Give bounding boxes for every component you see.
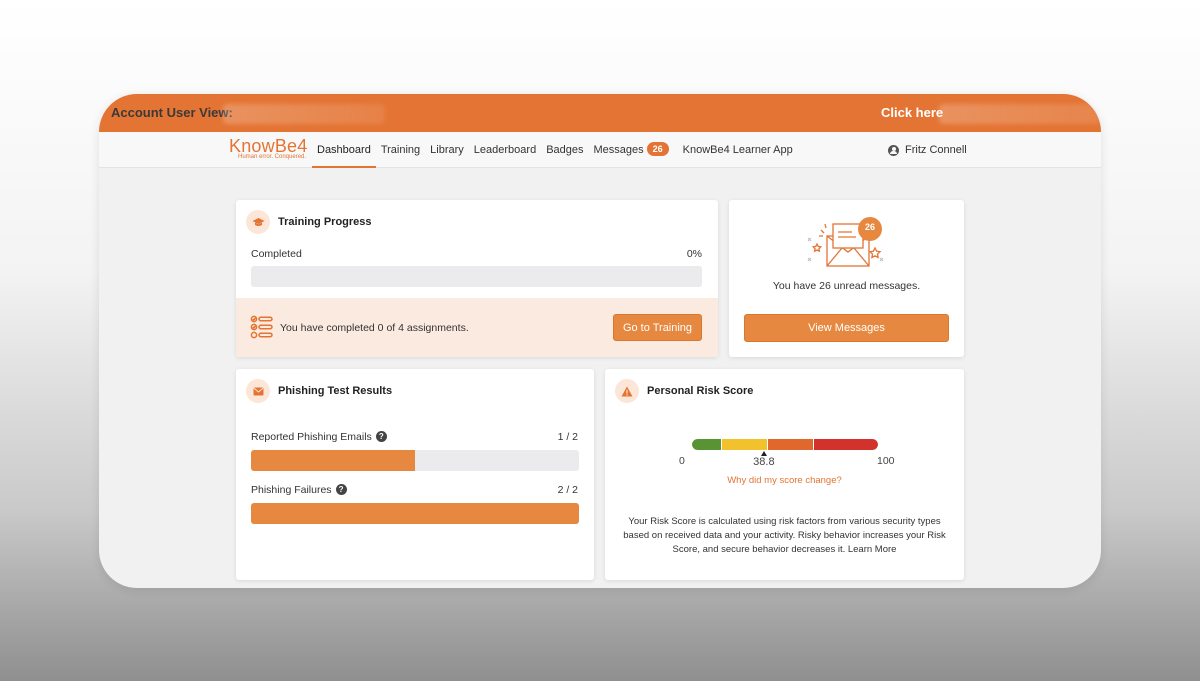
phishing-failures-row-label: Phishing Failures? [251, 483, 347, 496]
knowbe4-logo[interactable]: KnowBe4 Human error. Conquered. [229, 137, 307, 160]
reported-help-icon[interactable]: ? [375, 430, 387, 442]
phishing-failures-bar [251, 503, 579, 524]
checklist-icon [250, 315, 274, 344]
reported-phishing-fill [251, 450, 415, 471]
failures-help-icon[interactable]: ? [335, 483, 347, 495]
risk-score-card: Personal Risk Score 0 38.8 100 Why did m… [605, 369, 964, 580]
risk-score-description: Your Risk Score is calculated using risk… [623, 516, 946, 555]
reported-phishing-row-label: Reported Phishing Emails? [251, 430, 387, 443]
completed-label: Completed [251, 248, 302, 260]
reported-phishing-bar [251, 450, 579, 471]
gauge-segment-very-high [814, 439, 878, 450]
gauge-max-label: 100 [877, 455, 895, 467]
assignments-section: You have completed 0 of 4 assignments. G… [236, 298, 718, 357]
unread-messages-text: You have 26 unread messages. [772, 280, 921, 292]
nav-item-dashboard[interactable]: Dashboard [312, 132, 376, 168]
warning-icon [615, 379, 639, 403]
gauge-segment-high [768, 439, 813, 450]
risk-score-title: Personal Risk Score [647, 385, 754, 397]
nav-item-leaderboard[interactable]: Leaderboard [474, 132, 536, 168]
phishing-failures-label: Phishing Failures [251, 484, 332, 496]
phishing-failures-fill [251, 503, 579, 524]
envelope-small-icon [246, 379, 270, 403]
account-user-view-label: Account User View: [111, 105, 233, 120]
nav-item-training[interactable]: Training [381, 132, 420, 168]
reported-phishing-value: 1 / 2 [557, 431, 578, 443]
redacted-link-text [939, 104, 1101, 124]
phishing-results-title: Phishing Test Results [278, 385, 393, 397]
gauge-min-label: 0 [679, 455, 685, 467]
gauge-segment-low [692, 439, 721, 450]
user-circle-icon [888, 144, 899, 156]
training-progress-bar [251, 266, 702, 287]
user-name: Fritz Connell [905, 144, 967, 156]
gauge-segment-medium [722, 439, 767, 450]
assignments-text: You have completed 0 of 4 assignments. [280, 322, 469, 334]
risk-score-value: 38.8 [753, 456, 775, 468]
redacted-account-name [223, 104, 385, 124]
click-here-link[interactable]: Click here [881, 105, 943, 120]
completed-percent: 0% [686, 248, 702, 260]
nav-items: Dashboard Training Library Leaderboard B… [312, 132, 803, 168]
nav-item-learner-app[interactable]: KnowBe4 Learner App [683, 132, 793, 168]
go-to-training-button[interactable]: Go to Training [613, 314, 702, 341]
messages-count-badge: 26 [646, 142, 669, 157]
graduation-cap-icon [246, 210, 270, 234]
messages-card: 26 You have 26 unread messages. View Mes… [729, 200, 964, 357]
logo-text: KnowBe4 [229, 136, 308, 156]
nav-item-messages-label: Messages [593, 144, 644, 156]
envelope-badge-count: 26 [864, 222, 875, 232]
logo-tagline: Human error. Conquered. [238, 154, 307, 160]
phishing-results-card: Phishing Test Results Reported Phishing … [236, 369, 594, 580]
view-messages-button[interactable]: View Messages [744, 314, 949, 342]
nav-item-library[interactable]: Library [430, 132, 464, 168]
phishing-failures-value: 2 / 2 [557, 484, 578, 496]
risk-gauge [692, 439, 878, 450]
reported-phishing-label: Reported Phishing Emails [251, 431, 372, 443]
browser-frame: Account User View: Click here KnowBe4 Hu… [99, 94, 1101, 588]
training-progress-title: Training Progress [278, 216, 372, 228]
training-progress-card: Training Progress Completed 0% You have … [236, 200, 718, 357]
why-score-changed-link[interactable]: Why did my score change? [605, 475, 964, 486]
nav-item-messages[interactable]: Messages 26 [594, 132, 669, 168]
nav-item-badges[interactable]: Badges [546, 132, 583, 168]
envelope-icon: 26 [805, 214, 889, 275]
account-user-view-bar: Account User View: Click here [99, 94, 1101, 132]
top-navigation: KnowBe4 Human error. Conquered. Dashboar… [99, 132, 1101, 168]
user-menu[interactable]: Fritz Connell [888, 132, 967, 168]
